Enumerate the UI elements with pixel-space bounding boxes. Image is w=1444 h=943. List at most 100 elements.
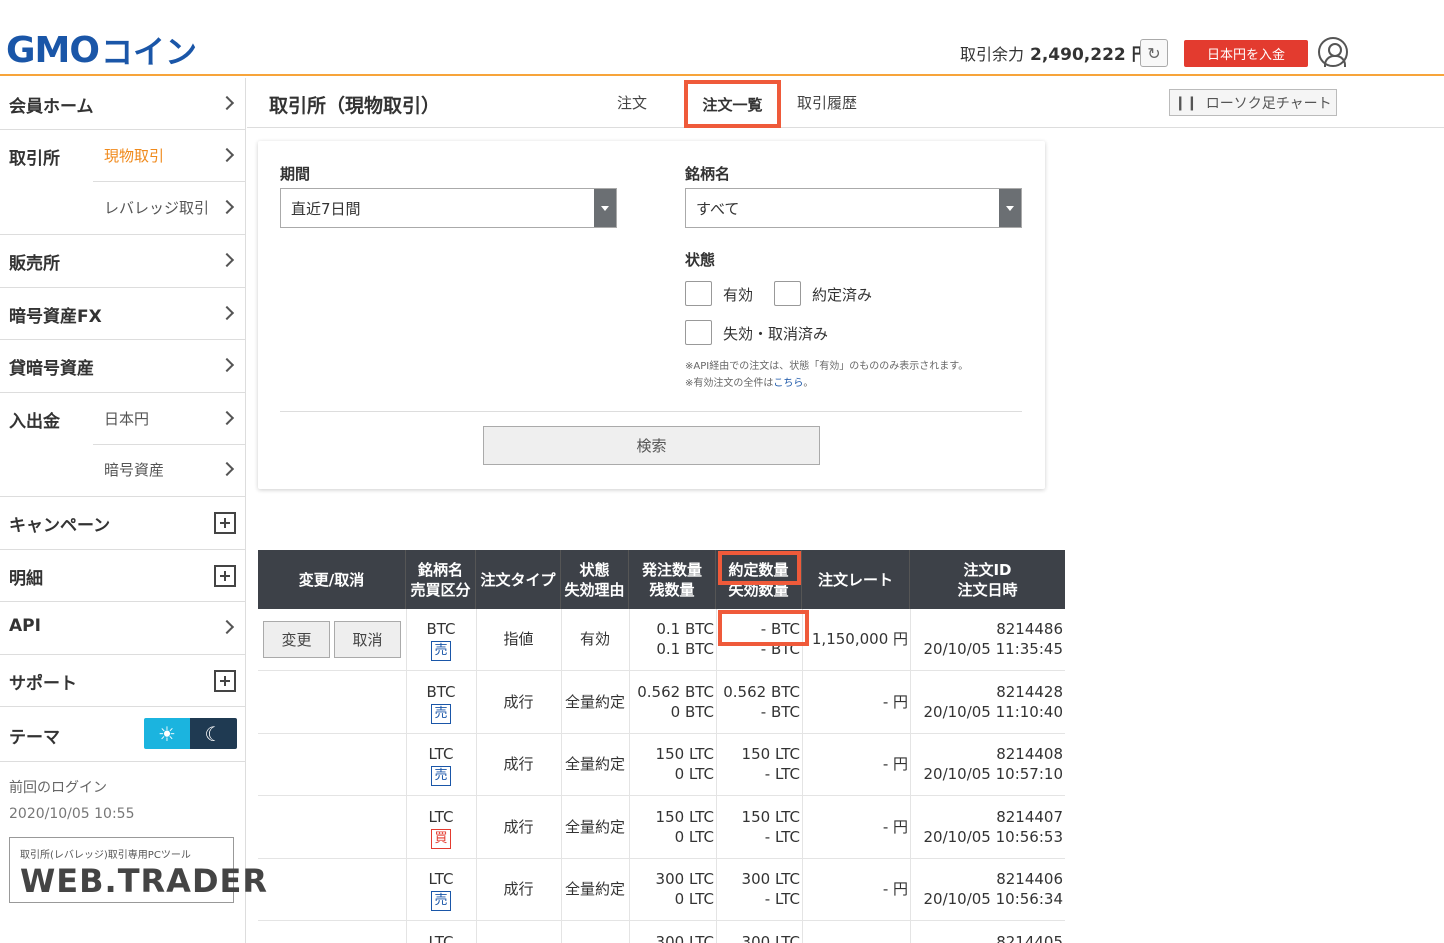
sidebar-item-leverage[interactable]: レバレッジ取引 (104, 197, 209, 218)
chevron-down-icon (594, 189, 616, 227)
tab-order-list[interactable]: 注文一覧 (684, 80, 781, 128)
sidebar-item-label: 貸暗号資産 (9, 359, 94, 379)
sidebar-item-fx[interactable]: 暗号資産FX (0, 288, 245, 340)
sidebar-item-sales[interactable]: 販売所 (0, 235, 245, 288)
refresh-icon[interactable]: ↻ (1140, 39, 1168, 67)
moon-icon[interactable]: ☾ (190, 718, 237, 749)
header-type-label: 注文タイプ (480, 570, 556, 589)
deposit-jpy-button[interactable]: 日本円を入金 (1184, 40, 1308, 67)
sidebar-group-deposit: 入出金 日本円 暗号資産 (0, 393, 245, 497)
chevron-right-icon (219, 199, 235, 215)
table-row: 変更 取消 BTC 売指値 有効 0.1 BTC 0.1 BTC - BTC - BTC 1,15… (258, 609, 1065, 671)
order-status: 全量約定 (564, 817, 625, 836)
plus-icon[interactable] (214, 670, 236, 692)
period-select[interactable]: 直近7日間 (280, 188, 617, 228)
page-subheader: 取引所（現物取引） 注文 注文一覧 取引履歴 ❙❙ ローソク足チャート (247, 78, 1444, 128)
sidebar-item-label: 暗号資産FX (9, 307, 102, 327)
search-button[interactable]: 検索 (483, 426, 820, 465)
quantity-cell: 150 LTC 0 LTC (629, 744, 714, 784)
chevron-right-icon (219, 357, 235, 373)
exec-qty: 300 LTC (741, 870, 800, 888)
symbol-cell: LTC 売 (406, 869, 476, 911)
exec-qty: 0.562 BTC (723, 682, 800, 701)
header-side-label: 売買区分 (410, 580, 471, 599)
order-type: 成行 (503, 692, 534, 711)
tab-order[interactable]: 注文 (617, 92, 647, 113)
symbol-cell: LTC (406, 932, 476, 943)
quantity-cell: 150 LTC 0 LTC (629, 807, 714, 847)
api-note: ※API経由での注文は、状態「有効」のもののみ表示されます。 (685, 361, 969, 372)
highlight-exec-cell (718, 610, 809, 646)
header-remain-label: 残数量 (649, 580, 695, 599)
tab-history[interactable]: 取引履歴 (797, 92, 857, 113)
symbol-cell: LTC 売 (406, 744, 476, 786)
plus-icon[interactable] (214, 512, 236, 534)
symbol: LTC (428, 932, 454, 943)
status-active-checkbox[interactable] (685, 281, 712, 306)
order-type: 成行 (503, 817, 534, 836)
all-orders-link[interactable]: こちら (773, 378, 803, 389)
highlight-exec-header (718, 551, 801, 585)
order-date: 20/10/05 10:57:10 (923, 765, 1063, 783)
status-cancelled-checkbox[interactable] (685, 320, 712, 345)
cancel-button[interactable]: 取消 (334, 621, 401, 658)
logo-gmo: GMO (6, 29, 100, 71)
theme-toggle[interactable]: ☀ ☾ (144, 718, 237, 749)
sidebar-item-label: API (9, 616, 41, 636)
table-row: BTC 売成行 全量約定 0.562 BTC 0 BTC 0.562 BTC - BTC - … (258, 672, 1065, 734)
candlestick-icon: ❙❙ (1174, 94, 1198, 111)
remain-qty: 0 LTC (674, 890, 714, 908)
symbol-value: すべて (696, 200, 740, 218)
table-row: LTC 買成行 全量約定 150 LTC 0 LTC 150 LTC - LTC - 円 821… (258, 797, 1065, 859)
executed-cell: 0.562 BTC - BTC (716, 682, 800, 722)
chevron-right-icon (219, 619, 235, 635)
webtrader-banner[interactable]: 取引所(レバレッジ)取引専用PCツール WEB.TRADER (9, 837, 267, 903)
sidebar-item-details[interactable]: 明細 (0, 550, 245, 602)
executed-cell: 150 LTC - LTC (716, 744, 800, 784)
order-qty: 0.562 BTC (637, 682, 714, 701)
status-active-label: 有効 (723, 286, 754, 304)
sidebar-item-crypto[interactable]: 暗号資産 (104, 459, 164, 480)
user-icon[interactable] (1318, 37, 1348, 67)
id-cell: 8214406 20/10/05 10:56:34 (910, 869, 1063, 909)
status-filled-checkbox[interactable] (774, 281, 801, 306)
order-id: 8214406 (996, 870, 1063, 888)
balance-label: 取引余力 (960, 44, 1025, 64)
logo-coin: コイン (100, 33, 197, 71)
order-qty: 150 LTC (655, 745, 714, 763)
sidebar-item-campaign[interactable]: キャンペーン (0, 497, 245, 550)
symbol-select[interactable]: すべて (685, 188, 1022, 228)
order-type: 指値 (503, 630, 534, 648)
plus-icon[interactable] (214, 565, 236, 587)
remain-qty: 0.1 BTC (656, 640, 714, 658)
gmo-coin-logo[interactable]: GMO コイン (6, 28, 197, 72)
header-date-label: 注文日時 (957, 580, 1018, 599)
header-rate: 注文レート (802, 550, 910, 609)
balance-amount: 2,490,222 円 (1030, 45, 1149, 65)
side-badge: 買 (431, 828, 451, 849)
candlestick-chart-button[interactable]: ❙❙ ローソク足チャート (1169, 89, 1337, 116)
sidebar-item-support[interactable]: サポート (0, 655, 245, 707)
top-header: GMO コイン 取引余力 2,490,222 円 ↻ 日本円を入金 (0, 0, 1444, 76)
symbol: BTC (426, 682, 456, 701)
sidebar-item-api[interactable]: API (0, 602, 245, 655)
symbol: LTC (428, 870, 454, 888)
order-type: 成行 (503, 755, 534, 773)
sidebar-item-lending[interactable]: 貸暗号資産 (0, 340, 245, 393)
trading-balance: 取引余力 2,490,222 円 (960, 40, 1149, 66)
sidebar-item-home[interactable]: 会員ホーム (0, 78, 245, 130)
sidebar-item-spot[interactable]: 現物取引 (104, 145, 164, 166)
header-status: 状態 失効理由 (561, 550, 629, 609)
expired-qty: - BTC (760, 702, 800, 721)
sidebar-item-jpy[interactable]: 日本円 (104, 408, 149, 429)
order-status: 全量約定 (564, 692, 625, 711)
exec-qty: 150 LTC (741, 807, 800, 826)
order-rate: 1,150,000 円 (811, 630, 908, 648)
modify-button[interactable]: 変更 (263, 621, 330, 658)
sidebar-item-label: 明細 (9, 569, 43, 589)
all-orders-note: ※有効注文の全件はこちら。 (685, 374, 813, 389)
header-rate-label: 注文レート (817, 570, 893, 589)
order-status: 有効 (579, 630, 610, 648)
sun-icon[interactable]: ☀ (144, 718, 190, 749)
chevron-right-icon (219, 252, 235, 268)
